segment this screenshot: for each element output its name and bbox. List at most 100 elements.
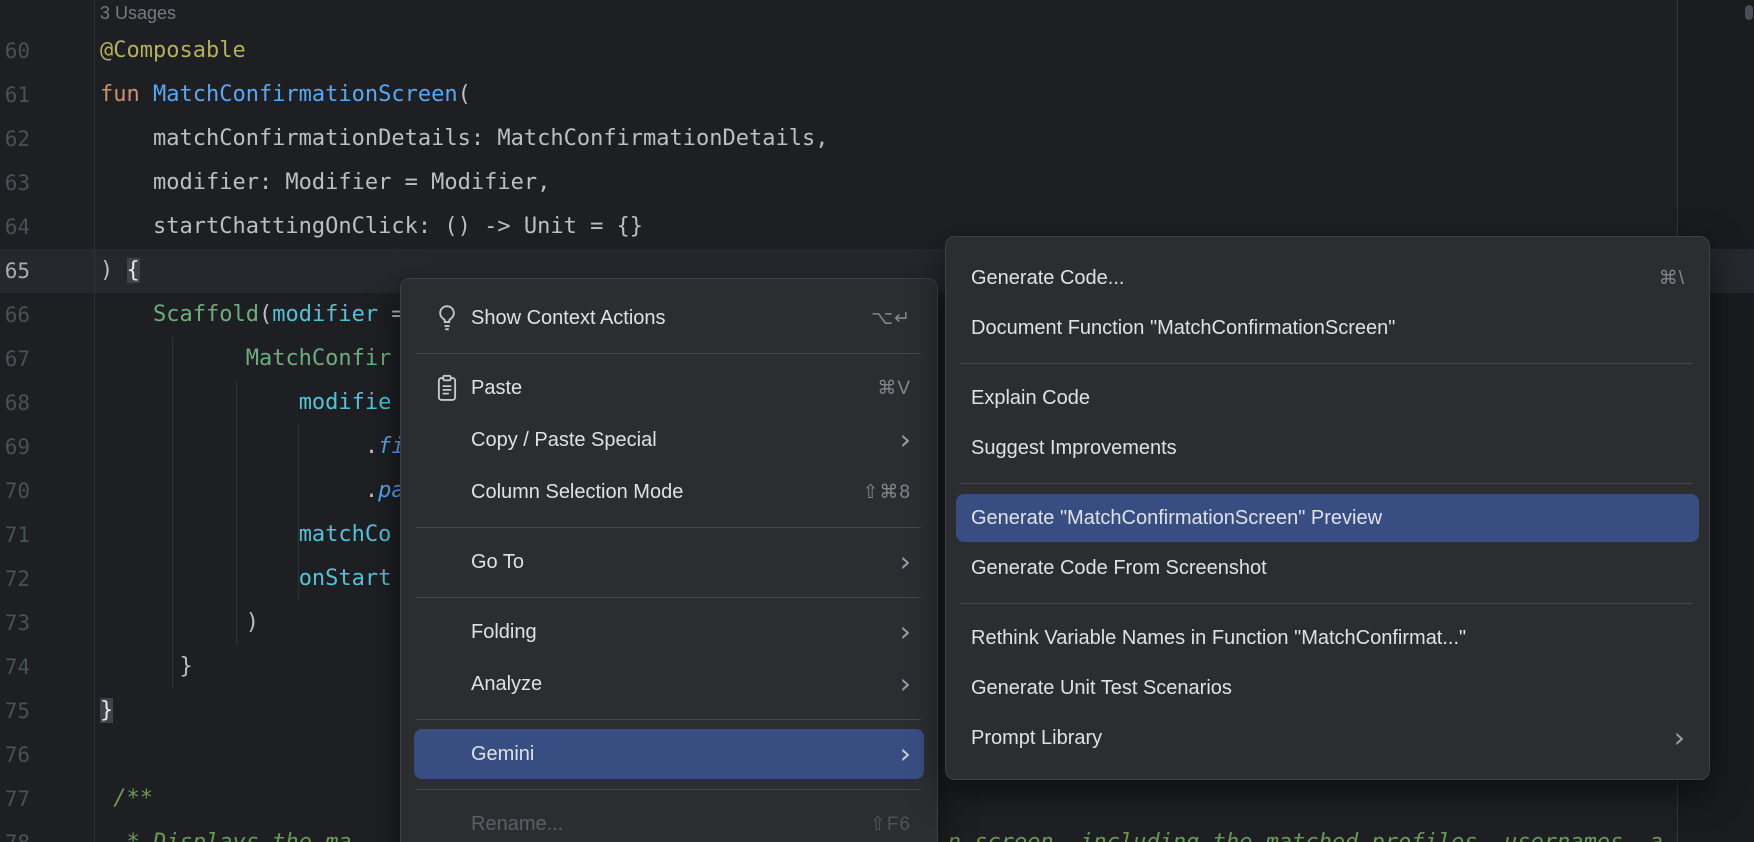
menu-item-label: Suggest Improvements (971, 437, 1177, 460)
code-token: ) (100, 258, 127, 283)
menu-item-prompt-library[interactable]: Prompt Library› (946, 713, 1709, 763)
menu-item-label: Folding (471, 621, 537, 644)
menu-item-show-context-actions[interactable]: Show Context Actions⌥↵ (401, 292, 937, 344)
menu-separator (401, 344, 937, 362)
menu-item-generate-matchconfirmationscreen-preview[interactable]: Generate "MatchConfirmationScreen" Previ… (946, 493, 1709, 543)
chevron-right-icon: › (880, 674, 911, 694)
menu-item-label: Generate Unit Test Scenarios (971, 677, 1232, 700)
menu-item-label: Rename... (471, 813, 563, 836)
code-line[interactable]: } (100, 645, 193, 689)
code-token (100, 346, 246, 371)
menu-item-document-function-matchconfirmationscreen[interactable]: Document Function "MatchConfirmationScre… (946, 303, 1709, 353)
menu-separator (401, 588, 937, 606)
menu-item-label: Prompt Library (971, 727, 1102, 750)
code-token: matchCo (299, 522, 392, 547)
code-token: MatchConfirmationScreen (153, 82, 458, 107)
line-number[interactable]: 68 (0, 381, 30, 425)
menu-item-paste[interactable]: Paste⌘V (401, 362, 937, 414)
menu-item-shortcut: ⌘V (857, 377, 911, 400)
menu-item-folding[interactable]: Folding› (401, 606, 937, 658)
code-line[interactable]: matchConfirmationDetails: MatchConfirmat… (100, 117, 828, 161)
line-number[interactable]: 65 (0, 249, 30, 293)
code-token: MatchConfir (246, 346, 392, 371)
line-number[interactable]: 62 (0, 117, 30, 161)
code-token: ( (458, 82, 471, 107)
code-line[interactable]: modifie (100, 381, 391, 425)
menu-item-analyze[interactable]: Analyze› (401, 658, 937, 710)
code-token: } (100, 698, 113, 723)
code-line[interactable]: @Composable (100, 29, 246, 73)
menu-item-label: Document Function "MatchConfirmationScre… (971, 317, 1395, 340)
menu-item-generate-unit-test-scenarios[interactable]: Generate Unit Test Scenarios (946, 663, 1709, 713)
code-token: ( (259, 302, 272, 327)
menu-item-suggest-improvements[interactable]: Suggest Improvements (946, 423, 1709, 473)
clipboard-icon (434, 373, 460, 403)
editor-context-menu: Show Context Actions⌥↵ Paste⌘VCopy / Past… (400, 278, 938, 842)
menu-item-explain-code[interactable]: Explain Code (946, 373, 1709, 423)
line-number[interactable]: 63 (0, 161, 30, 205)
line-number[interactable]: 76 (0, 733, 30, 777)
menu-separator (946, 593, 1709, 613)
code-line[interactable]: Scaffold(modifier = (100, 293, 405, 337)
code-token: . (100, 478, 378, 503)
code-line[interactable]: ) { (100, 249, 140, 293)
menu-item-shortcut: ⇧⌘8 (843, 481, 912, 504)
menu-separator (401, 518, 937, 536)
menu-separator (401, 710, 937, 728)
code-line[interactable]: onStart (100, 557, 391, 601)
line-number[interactable]: 74 (0, 645, 30, 689)
gutter-border (94, 0, 95, 842)
line-number[interactable]: 60 (0, 29, 30, 73)
line-number[interactable]: 78 (0, 821, 30, 842)
menu-item-rename: Rename...⇧F6 (401, 798, 937, 842)
code-line[interactable]: MatchConfir (100, 337, 391, 381)
code-line[interactable]: fun MatchConfirmationScreen( (100, 73, 471, 117)
code-token: n screen, including the matched profiles… (948, 830, 1663, 842)
menu-item-label: Generate Code From Screenshot (971, 557, 1267, 580)
code-token: ) (100, 610, 259, 635)
line-number[interactable]: 67 (0, 337, 30, 381)
code-token (100, 302, 153, 327)
menu-item-generate-code[interactable]: Generate Code... ⌘\ (946, 253, 1709, 303)
line-number[interactable]: 71 (0, 513, 30, 557)
line-number[interactable]: 70 (0, 469, 30, 513)
menu-item-label: Explain Code (971, 387, 1090, 410)
code-line[interactable]: .fil (100, 425, 418, 469)
menu-item-label: Show Context Actions (471, 307, 666, 330)
code-token: @Composable (100, 38, 246, 63)
code-line[interactable]: modifier: Modifier = Modifier, (100, 161, 550, 205)
line-number[interactable]: 66 (0, 293, 30, 337)
menu-item-label: Generate "MatchConfirmationScreen" Previ… (971, 507, 1382, 530)
lightbulb-icon (434, 303, 460, 333)
code-line[interactable]: .pad (100, 469, 418, 513)
code-line[interactable]: matchCo (100, 513, 391, 557)
line-number[interactable]: 61 (0, 73, 30, 117)
line-number[interactable]: 73 (0, 601, 30, 645)
code-token: startChattingOnClick: () -> Unit = {} (100, 214, 643, 239)
menu-item-label: Generate Code... (971, 267, 1124, 290)
menu-item-gemini[interactable]: Gemini› (401, 728, 937, 780)
scrollbar-thumb[interactable] (1745, 5, 1753, 20)
menu-item-copy-paste-special[interactable]: Copy / Paste Special› (401, 414, 937, 466)
menu-item-shortcut: ⌘\ (1639, 267, 1685, 290)
menu-item-label: Column Selection Mode (471, 481, 683, 504)
code-line[interactable]: startChattingOnClick: () -> Unit = {} (100, 205, 643, 249)
code-line[interactable]: ) (100, 601, 259, 645)
code-token: matchConfirmationDetails: MatchConfirmat… (100, 126, 828, 151)
code-token: * Displays the ma (100, 830, 352, 842)
menu-item-rethink-variable-names-in-function-matchconfirmat[interactable]: Rethink Variable Names in Function "Matc… (946, 613, 1709, 663)
menu-item-go-to[interactable]: Go To› (401, 536, 937, 588)
menu-item-column-selection-mode[interactable]: Column Selection Mode ⇧⌘8 (401, 466, 937, 518)
line-number[interactable]: 75 (0, 689, 30, 733)
line-number[interactable]: 72 (0, 557, 30, 601)
line-number[interactable]: 69 (0, 425, 30, 469)
code-token: modifier (272, 302, 378, 327)
menu-item-generate-code-from-screenshot[interactable]: Generate Code From Screenshot (946, 543, 1709, 593)
code-token (100, 390, 299, 415)
menu-item-label: Go To (471, 551, 524, 574)
line-number[interactable]: 77 (0, 777, 30, 821)
code-line[interactable]: } (100, 689, 113, 733)
code-line[interactable]: /** (100, 777, 153, 821)
line-number[interactable]: 64 (0, 205, 30, 249)
usages-hint[interactable]: 3 Usages (100, 0, 176, 26)
